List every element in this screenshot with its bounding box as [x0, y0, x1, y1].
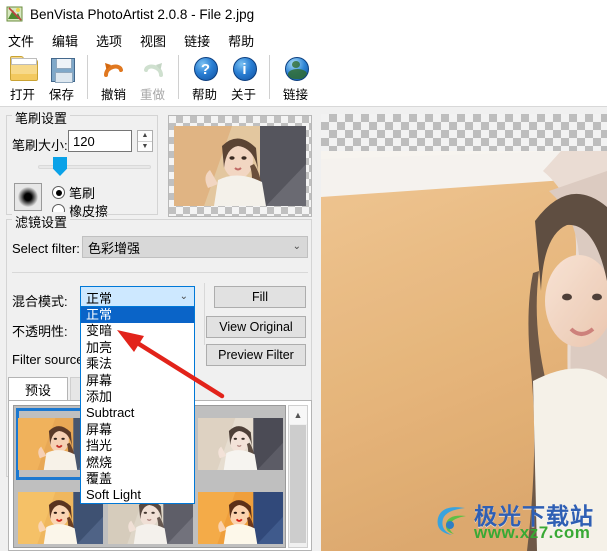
- dropdown-item-7[interactable]: 屏幕: [81, 422, 194, 438]
- toolbar-about-button[interactable]: i 关于: [224, 52, 263, 104]
- canvas-transparency-checkerboard: [321, 114, 607, 151]
- filter-source-label: Filter source:: [12, 352, 88, 367]
- preset-thumb-6-image: [197, 492, 283, 544]
- preview-image: [174, 126, 306, 206]
- dropdown-item-3[interactable]: 乘法: [81, 356, 194, 372]
- toolbar-undo-button[interactable]: 撤销: [94, 52, 133, 104]
- aurora-swirl-logo: [432, 502, 472, 538]
- stepper-up-icon[interactable]: ▲: [138, 131, 152, 142]
- dropdown-item-9[interactable]: 燃烧: [81, 455, 194, 471]
- chevron-down-icon: ⌄: [179, 290, 188, 302]
- watermark: 极光下载站 www.xz7.com: [432, 497, 604, 545]
- radio-brush-indicator: [52, 186, 65, 199]
- blend-mode-value: 正常: [86, 290, 113, 306]
- menu-bar: 文件 编辑 选项 视图 链接 帮助: [0, 28, 607, 52]
- toolbar-separator-3: [269, 55, 270, 99]
- canvas-area[interactable]: [320, 107, 607, 551]
- watermark-url: www.xz7.com: [474, 523, 591, 542]
- dropdown-item-0[interactable]: 正常: [81, 307, 194, 324]
- globe-link-icon: [281, 55, 311, 83]
- brush-size-label: 笔刷大小:: [12, 138, 68, 153]
- dropdown-item-11[interactable]: Soft Light: [81, 487, 194, 503]
- menu-options[interactable]: 选项: [96, 31, 122, 50]
- filter-settings-title: 滤镜设置: [12, 212, 71, 231]
- help-question-icon: ?: [190, 55, 220, 83]
- select-filter-label: Select filter:: [12, 241, 80, 256]
- toolbar-separator-2: [178, 55, 179, 99]
- preview-filter-button[interactable]: Preview Filter: [206, 344, 306, 366]
- dropdown-item-5[interactable]: 添加: [81, 389, 194, 405]
- brush-size-input[interactable]: 120: [68, 130, 132, 152]
- opacity-label: 不透明性:: [12, 324, 68, 339]
- window-title: BenVista PhotoArtist 2.0.8 - File 2.jpg: [30, 6, 255, 22]
- menu-links[interactable]: 链接: [184, 31, 210, 50]
- brush-settings-title: 笔刷设置: [12, 108, 71, 127]
- toolbar-link-label: 链接: [282, 88, 308, 102]
- brush-size-stepper[interactable]: ▲ ▼: [137, 130, 153, 152]
- preset-thumb-3-image: [197, 418, 283, 470]
- brush-preview-swatch[interactable]: [14, 183, 42, 211]
- save-floppy-icon: [47, 55, 77, 83]
- menu-file[interactable]: 文件: [8, 31, 34, 50]
- canvas-photo: [321, 151, 607, 551]
- panel-vertical-divider: [204, 283, 205, 345]
- help-glyph: ?: [193, 57, 218, 81]
- redo-arrow-icon: [138, 55, 168, 83]
- preset-scrollbar[interactable]: ▲: [288, 405, 308, 548]
- dropdown-item-2[interactable]: 加亮: [81, 340, 194, 356]
- blend-mode-label: 混合模式:: [12, 294, 68, 309]
- stepper-down-icon[interactable]: ▼: [138, 142, 152, 152]
- toolbar-help-label: 帮助: [191, 88, 217, 102]
- toolbar-save-label: 保存: [48, 88, 74, 102]
- dropdown-item-1[interactable]: 变暗: [81, 323, 194, 339]
- tab-preset[interactable]: 预设: [8, 377, 68, 401]
- info-icon: i: [229, 55, 259, 83]
- toolbar: 打开 保存 撤销 重做 ? 帮助 i 关于 链接: [0, 52, 607, 107]
- scroll-up-arrow-icon[interactable]: ▲: [289, 406, 307, 424]
- preset-thumb-3[interactable]: [196, 408, 284, 480]
- title-bar: BenVista PhotoArtist 2.0.8 - File 2.jpg: [0, 0, 607, 28]
- dropdown-item-8[interactable]: 挡光: [81, 438, 194, 454]
- chevron-down-icon: ⌄: [292, 240, 301, 252]
- menu-edit[interactable]: 编辑: [52, 31, 78, 50]
- menu-view[interactable]: 视图: [140, 31, 166, 50]
- toolbar-save-button[interactable]: 保存: [42, 52, 81, 104]
- toolbar-help-button[interactable]: ? 帮助: [185, 52, 224, 104]
- toolbar-redo-button[interactable]: 重做: [133, 52, 172, 104]
- scrollbar-thumb[interactable]: [290, 425, 306, 543]
- toolbar-redo-label: 重做: [139, 88, 165, 102]
- toolbar-undo-label: 撤销: [100, 88, 126, 102]
- select-filter-value: 色彩增强: [88, 240, 141, 256]
- photoartist-icon: [6, 5, 24, 23]
- toolbar-open-label: 打开: [9, 88, 35, 102]
- undo-arrow-icon: [99, 55, 129, 83]
- dropdown-item-4[interactable]: 屏幕: [81, 373, 194, 389]
- menu-help[interactable]: 帮助: [228, 31, 254, 50]
- toolbar-link-button[interactable]: 链接: [276, 52, 315, 104]
- radio-eraser-label: 橡皮擦: [69, 204, 109, 219]
- toolbar-open-button[interactable]: 打开: [3, 52, 42, 104]
- info-glyph: i: [232, 57, 257, 81]
- toolbar-about-label: 关于: [230, 88, 256, 102]
- tab-preset-label: 预设: [24, 383, 51, 398]
- radio-brush[interactable]: 笔刷: [52, 183, 95, 202]
- dropdown-item-10[interactable]: 覆盖: [81, 471, 194, 487]
- view-original-button[interactable]: View Original: [206, 316, 306, 338]
- brush-softness-preview: [18, 187, 38, 207]
- application-window: BenVista PhotoArtist 2.0.8 - File 2.jpg …: [0, 0, 607, 551]
- image-preview-box: [168, 115, 312, 217]
- toolbar-separator-1: [87, 55, 88, 99]
- open-folder-icon: [8, 55, 38, 83]
- preset-thumb-6[interactable]: [196, 482, 284, 547]
- select-filter-combo[interactable]: 色彩增强 ⌄: [82, 236, 308, 258]
- filter-divider: [12, 272, 308, 273]
- blend-mode-combo[interactable]: 正常 ⌄: [80, 286, 195, 308]
- blend-mode-dropdown-list[interactable]: 正常 变暗 加亮 乘法 屏幕 添加 Subtract 屏幕 挡光 燃烧 覆盖 S…: [80, 306, 195, 504]
- fill-button[interactable]: Fill: [214, 286, 306, 308]
- dropdown-item-6[interactable]: Subtract: [81, 405, 194, 421]
- radio-brush-label: 笔刷: [69, 186, 96, 201]
- image-canvas[interactable]: [321, 114, 607, 551]
